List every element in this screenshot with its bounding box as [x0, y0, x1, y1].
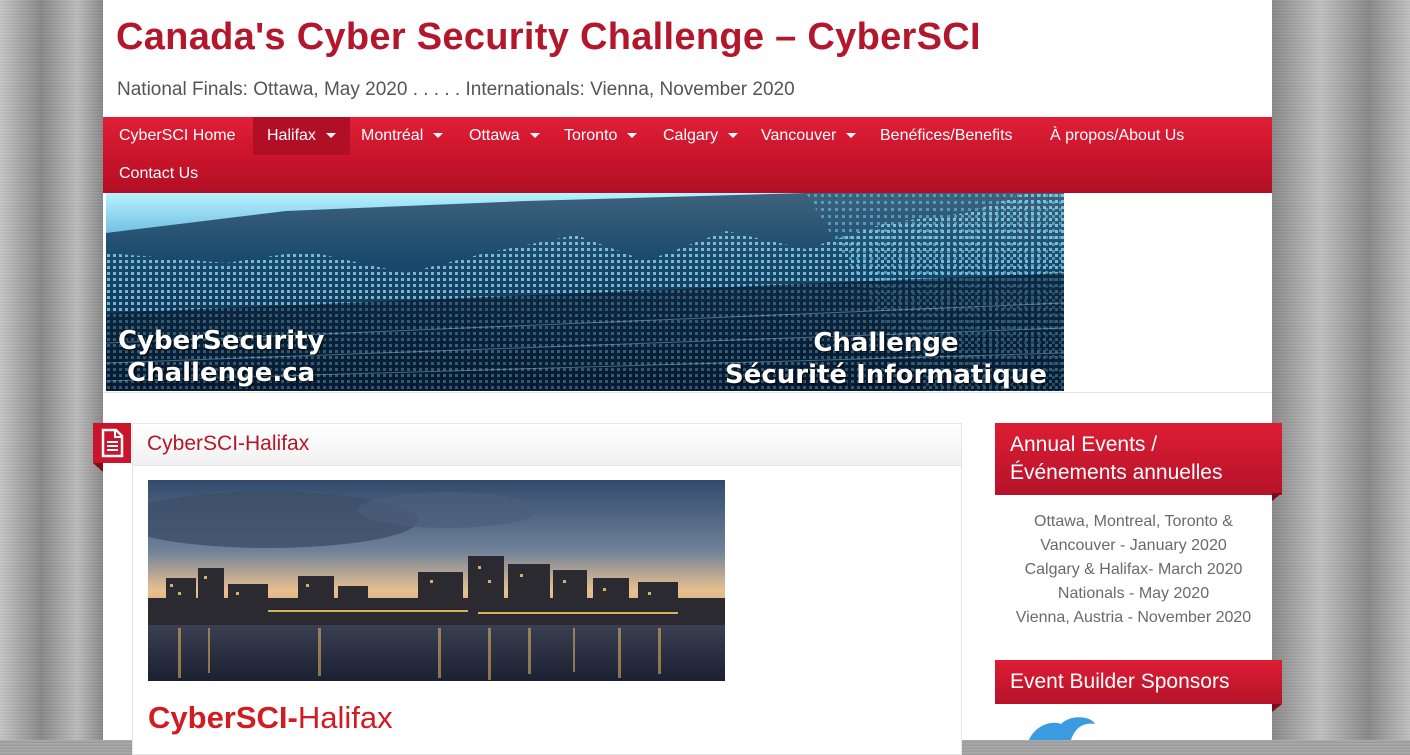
- nav-item-label: Halifax: [267, 127, 316, 144]
- banner-text-left-line1: CyberSecurity: [118, 326, 325, 356]
- sponsor-logo[interactable]: [1021, 714, 1101, 740]
- main-nav: CyberSCI Home Halifax Montréal Ottawa To…: [103, 117, 1272, 193]
- chevron-down-icon: [627, 133, 638, 139]
- header-banner[interactable]: CyberSecurity Challenge.ca Challenge Séc…: [106, 193, 1064, 391]
- nav-item-toronto[interactable]: Toronto: [564, 117, 638, 155]
- document-icon: [101, 428, 124, 458]
- banner-text-left-line2: Challenge.ca: [127, 358, 316, 388]
- badge-fold: [93, 463, 103, 472]
- sponsors-title: Event Builder Sponsors: [1010, 670, 1230, 693]
- halifax-skyline-image: [148, 480, 725, 681]
- chevron-down-icon: [728, 133, 739, 139]
- post-heading-bold: CyberSCI-: [148, 700, 298, 735]
- annual-events-title-line2: Événements annuelles: [1010, 461, 1223, 484]
- annual-events-text: Ottawa, Montreal, Toronto & Vancouver - …: [995, 510, 1272, 630]
- post-heading: CyberSCI-Halifax: [148, 700, 393, 736]
- halifax-skyline-graphic: [148, 480, 725, 681]
- entry-title[interactable]: CyberSCI-Halifax: [147, 432, 309, 456]
- banner-text-right: Challenge Sécurité Informatique: [716, 327, 1056, 391]
- document-icon-badge: [93, 423, 131, 463]
- site-description: National Finals: Ottawa, May 2020 . . . …: [117, 79, 795, 100]
- annual-events-line: Vancouver - January 2020: [1040, 537, 1227, 554]
- nav-item-label: Calgary: [663, 127, 719, 144]
- nav-item-halifax[interactable]: Halifax: [253, 117, 350, 155]
- chevron-down-icon: [529, 133, 540, 139]
- annual-events-line: Ottawa, Montreal, Toronto &: [1034, 513, 1233, 530]
- nav-item-label: Benéfices/Benefits: [880, 127, 1013, 144]
- site-title[interactable]: Canada's Cyber Security Challenge – Cybe…: [116, 16, 981, 59]
- annual-events-widget-title: Annual Events / Événements annuelles: [995, 423, 1282, 495]
- post-heading-rest: Halifax: [297, 700, 393, 735]
- nav-item-home[interactable]: CyberSCI Home: [119, 117, 235, 155]
- chevron-down-icon: [433, 133, 444, 139]
- banner-text-right-line1: Challenge: [813, 328, 959, 358]
- page-container: Canada's Cyber Security Challenge – Cybe…: [93, 0, 1282, 755]
- annual-events-line: Nationals - May 2020: [1057, 585, 1210, 602]
- annual-events-line: Vienna, Austria - November 2020: [1015, 609, 1252, 626]
- chevron-down-icon: [325, 133, 336, 139]
- annual-events-title: Annual Events / Événements annuelles: [995, 423, 1282, 495]
- background-right: [1272, 0, 1410, 740]
- nav-item-benefits[interactable]: Benéfices/Benefits: [880, 117, 1013, 155]
- widget-fold: [1272, 493, 1282, 501]
- header-divider: [103, 392, 1272, 393]
- nav-item-calgary[interactable]: Calgary: [663, 117, 739, 155]
- chevron-down-icon: [846, 133, 857, 139]
- nav-item-label: Ottawa: [469, 127, 520, 144]
- nav-item-vancouver[interactable]: Vancouver: [761, 117, 857, 155]
- nav-item-label: Toronto: [564, 127, 618, 144]
- annual-events-title-line1: Annual Events /: [1010, 433, 1158, 456]
- nav-item-montreal[interactable]: Montréal: [361, 117, 444, 155]
- nav-item-about[interactable]: À propos/About Us: [1050, 117, 1184, 155]
- nav-item-label: Contact Us: [119, 165, 199, 182]
- background-left: [0, 0, 103, 740]
- nav-item-label: Vancouver: [761, 127, 837, 144]
- annual-events-line: Calgary & Halifax- March 2020: [1024, 561, 1243, 578]
- widget-fold: [1272, 704, 1282, 712]
- nav-item-ottawa[interactable]: Ottawa: [469, 117, 540, 155]
- banner-text-right-line2: Sécurité Informatique: [724, 360, 1048, 390]
- nav-item-label: À propos/About Us: [1050, 127, 1185, 144]
- sponsors-widget-title: Event Builder Sponsors: [995, 660, 1282, 704]
- nav-item-contact[interactable]: Contact Us: [119, 155, 198, 193]
- banner-text-left: CyberSecurity Challenge.ca: [118, 325, 325, 389]
- nav-item-label: Montréal: [361, 127, 424, 144]
- nav-item-label: CyberSCI Home: [119, 127, 236, 144]
